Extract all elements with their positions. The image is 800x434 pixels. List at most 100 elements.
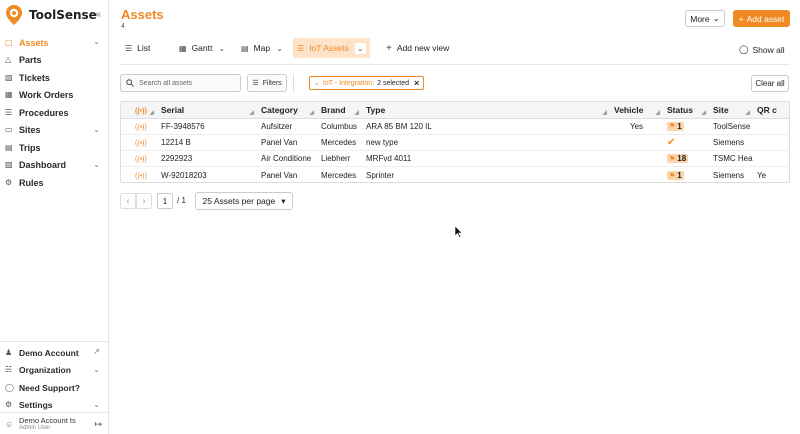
chevron-down-icon[interactable]: ⌄ xyxy=(276,44,283,53)
per-page-select[interactable]: 25 Assets per page ▾ xyxy=(195,192,293,210)
qr-cell xyxy=(753,118,789,135)
resize-handle-icon[interactable]: ◢ xyxy=(354,109,359,116)
sidebar-item-need-support[interactable]: ◯ Need Support? xyxy=(0,379,108,397)
next-page-button[interactable]: › xyxy=(136,193,152,209)
map-icon: ▤ xyxy=(241,43,249,53)
tab-gantt[interactable]: ▦ Gantt ⌄ xyxy=(175,38,229,58)
sidebar-item-tickets[interactable]: ▧ Tickets xyxy=(0,69,108,87)
sidebar-item-work-orders[interactable]: ▦ Work Orders xyxy=(0,87,108,105)
column-header-type[interactable]: Type ◢ xyxy=(362,102,610,119)
column-header-label: Vehicle xyxy=(614,104,644,115)
column-header-vehicle[interactable]: Vehicle ◢ xyxy=(610,102,663,119)
table-row[interactable]: ((•)) W-92018203 Panel Van Mercedes Sprinter… xyxy=(121,167,789,182)
table-header-row: ((•)) ◢ Serial ◢ Category ◢ Brand ◢ Type ◢ Ve… xyxy=(121,102,789,119)
add-new-view-label: Add new view xyxy=(396,43,450,53)
sidebar-item-dashboard[interactable]: ▨ Dashboard ⌄ xyxy=(0,157,108,175)
chip-key: ⌄ xyxy=(314,80,320,87)
column-header-iot[interactable]: ((•)) ◢ xyxy=(121,102,157,119)
column-header-category[interactable]: Category ◢ xyxy=(257,102,317,119)
brand[interactable]: ToolSense xyxy=(6,4,97,26)
column-header-serial[interactable]: Serial ◢ xyxy=(157,102,257,119)
sidebar-item-label: Work Orders xyxy=(19,90,74,101)
column-header-status[interactable]: Status ◢ xyxy=(663,102,709,119)
current-page[interactable]: 1 xyxy=(157,193,173,209)
tab-iot-assets[interactable]: ☰ IoT Assets ⌄ xyxy=(293,38,370,58)
resize-handle-icon[interactable]: ◢ xyxy=(602,109,607,116)
tab-list[interactable]: ☰ List xyxy=(121,38,154,58)
divider xyxy=(119,64,790,65)
sidebar-item-sites[interactable]: ▭ Sites ⌄ xyxy=(0,122,108,140)
gantt-icon: ▦ xyxy=(179,43,187,53)
more-button[interactable]: More ⌄ xyxy=(685,10,725,27)
close-icon[interactable]: × xyxy=(414,78,419,88)
sidebar-item-parts[interactable]: △ Parts xyxy=(0,52,108,70)
resize-handle-icon[interactable]: ◢ xyxy=(309,109,314,116)
iot-cell: ((•)) xyxy=(121,167,157,182)
sidebar-item-label: Demo Account xyxy=(19,347,79,358)
type-cell: Sprinter xyxy=(366,170,395,180)
chevron-down-icon[interactable]: ⌄ xyxy=(93,125,100,134)
search-box[interactable] xyxy=(120,74,241,92)
search-icon xyxy=(126,79,134,87)
resize-handle-icon[interactable]: ◢ xyxy=(655,109,660,116)
chip-value: 2 selected xyxy=(377,79,410,87)
sidebar-item-trips[interactable]: ▤ Trips xyxy=(0,139,108,157)
iot-signal-icon: ((•)) xyxy=(135,156,147,164)
sidebar-item-procedures[interactable]: ☰ Procedures xyxy=(0,104,108,122)
show-all-button[interactable]: ◯ Show all xyxy=(739,44,785,55)
chevron-down-icon[interactable]: ⌄ xyxy=(93,400,100,409)
chevron-down-icon[interactable]: ⌄ xyxy=(93,365,100,374)
clear-all-button[interactable]: Clear all xyxy=(751,75,789,92)
tag-icon: ⚑ xyxy=(669,155,676,163)
chevron-down-icon[interactable]: ⌄ xyxy=(93,37,100,46)
chevron-down-icon[interactable]: ⌄ xyxy=(218,44,225,53)
sidebar-item-organization[interactable]: ☵ Organization ⌄ xyxy=(0,362,108,380)
table-row[interactable]: ((•)) 12214 B Panel Van Mercedes new type ✔ Si… xyxy=(121,134,789,152)
chevron-down-icon[interactable]: ⌄ xyxy=(93,160,100,169)
add-asset-button[interactable]: + Add asset xyxy=(733,10,790,27)
sidebar-item-label: Dashboard xyxy=(19,160,67,171)
gear-icon: ⚙ xyxy=(5,400,13,410)
chevron-down-icon[interactable]: ⌄ xyxy=(354,42,366,54)
sidebar-item-demo-account[interactable]: ♟ Demo Account ↗ xyxy=(0,344,108,362)
status-cell: ✔ xyxy=(663,134,709,152)
filters-button[interactable]: ☰ Filters xyxy=(247,74,287,92)
sidebar-item-assets[interactable]: ▢ Assets ⌄ xyxy=(0,34,108,52)
column-header-brand[interactable]: Brand ◢ xyxy=(317,102,362,119)
table-row[interactable]: ((•)) 2292923 Air Conditione Liebherr MRFvd … xyxy=(121,150,789,168)
serial-cell: 12214 B xyxy=(157,134,257,152)
sidebar-nav: ▢ Assets ⌄ △ Parts ▧ Tickets ▦ Work Orders ☰ Proce… xyxy=(0,34,108,192)
site-cell: ToolSense xyxy=(709,118,753,135)
external-link-icon[interactable]: ↗ xyxy=(93,347,100,356)
iot-cell: ((•)) xyxy=(121,134,157,152)
column-header-label: Site xyxy=(713,104,729,115)
resize-handle-icon[interactable]: ◢ xyxy=(149,109,154,116)
sidebar-item-label: Assets xyxy=(19,37,49,48)
tab-map[interactable]: ▤ Map ⌄ xyxy=(237,38,287,58)
previous-page-button[interactable]: ‹ xyxy=(120,193,136,209)
collapse-sidebar-icon[interactable]: « xyxy=(95,9,101,20)
column-header-label: Type xyxy=(366,104,386,115)
resize-handle-icon[interactable]: ◢ xyxy=(701,109,706,116)
table-row[interactable]: ((•)) FF-3948576 Aufsitzer Columbus ARA 85 B… xyxy=(121,118,789,135)
list-icon: ☰ xyxy=(125,43,133,53)
tab-list-label: List xyxy=(137,43,151,53)
logout-icon[interactable]: ↦ xyxy=(94,419,102,430)
category-cell: Panel Van xyxy=(261,170,298,180)
sidebar-item-rules[interactable]: ⚙ Rules xyxy=(0,174,108,192)
sidebar-item-label: Organization xyxy=(19,365,71,376)
status-count: 1 xyxy=(677,121,682,131)
resize-handle-icon[interactable]: ◢ xyxy=(249,109,254,116)
resize-handle-icon[interactable]: ◢ xyxy=(745,109,750,116)
column-header-qr[interactable]: QR c xyxy=(753,102,789,119)
column-header-site[interactable]: Site ◢ xyxy=(709,102,753,119)
sidebar-bottom-nav: ♟ Demo Account ↗ ☵ Organization ⌄ ◯ Need Suppor… xyxy=(0,341,108,414)
add-new-view-button[interactable]: + Add new view xyxy=(382,38,453,58)
user-profile[interactable]: ☺ Demo Account ts Admin User ↦ xyxy=(0,412,108,434)
brand-cell: Mercedes xyxy=(321,170,357,180)
iot-cell: ((•)) xyxy=(121,118,157,135)
search-input[interactable] xyxy=(139,79,234,87)
tab-map-label: Map xyxy=(253,43,271,53)
iot-signal-icon: ((•)) xyxy=(135,172,147,180)
filter-chip-iot-integration[interactable]: ⌄ IoT - Integration: 2 selected × xyxy=(309,76,425,90)
